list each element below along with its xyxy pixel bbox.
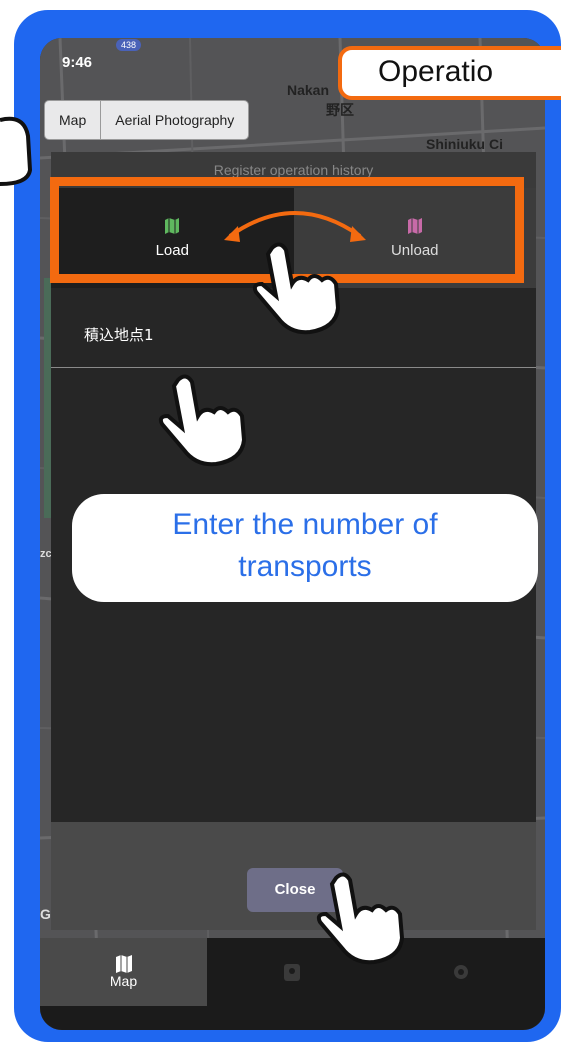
map-type-toggle: Map Aerial Photography: [44, 100, 250, 140]
map-type-aerial-button[interactable]: Aerial Photography: [100, 100, 250, 140]
enter-transports-callout: Enter the number of transports: [72, 494, 538, 602]
badge-icon: [284, 964, 300, 981]
pointing-hand-icon: [252, 242, 341, 335]
route-badge: 438: [116, 39, 142, 51]
map-type-map-button[interactable]: Map: [44, 100, 101, 140]
pointing-hand-icon: [0, 116, 33, 186]
map-label-ward: 野区: [326, 102, 354, 118]
map-label-edge: zc: [40, 548, 52, 560]
gear-icon: [454, 965, 468, 979]
status-time: 9:46: [62, 54, 93, 71]
tabbar-map-label: Map: [109, 973, 138, 989]
map-icon: [115, 955, 132, 973]
bottom-tab-bar: Map: [40, 938, 545, 1030]
enter-callout-line2: transports: [238, 550, 372, 583]
tabbar-map[interactable]: Map: [40, 938, 207, 1006]
map-label-shinjuku: Shiniuku Ci: [426, 136, 503, 152]
pointing-hand-icon: [158, 374, 247, 467]
map-label-google: G: [40, 906, 51, 922]
pointing-hand-icon: [316, 872, 405, 965]
map-label-nakano: Nakan: [287, 82, 330, 98]
operation-callout: Operatio: [338, 46, 561, 100]
enter-callout-line1: Enter the number of: [172, 508, 438, 541]
